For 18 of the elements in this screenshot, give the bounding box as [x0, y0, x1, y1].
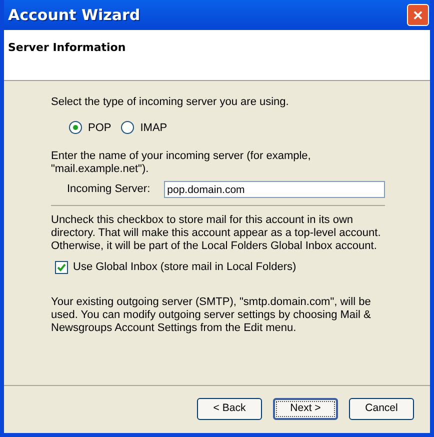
radio-option[interactable]: POP — [69, 120, 112, 136]
window-title: Account Wizard — [8, 4, 140, 26]
outgoing-server-note: Your existing outgoing server (SMTP), "smtp.domain.com", will be used. You can modify outgoing server settings by choosing Mail & Newsgroups Account Settings from the Edit menu. — [51, 296, 372, 334]
wizard-button[interactable]: Cancel — [349, 398, 414, 420]
global-inbox-description: Uncheck this checkbox to store mail for this account in its own directory. That will make this account appear as a top-level account. Otherwise, it will be part of the Local Folders Global Inbox account. — [51, 214, 382, 253]
checkbox-option[interactable]: Use Global Inbox (store mail in Local Folders) — [51, 259, 385, 276]
server-type-prompt: Select the type of incoming server you are using. — [51, 95, 290, 110]
input-field[interactable]: pop.domain.com — [164, 181, 385, 198]
wizard-button[interactable]: Next > — [273, 398, 338, 420]
radio-icon — [121, 121, 134, 134]
close-button[interactable]: ✕ — [407, 4, 429, 26]
wizard-button[interactable]: < Back — [197, 398, 262, 420]
radio-icon — [69, 121, 82, 134]
checkbox-icon — [55, 260, 68, 274]
page-title: Server Information — [8, 41, 126, 54]
field-label: Incoming Server: — [67, 182, 150, 198]
server-name-prompt: Enter the name of your incoming server (for example, "mail.example.net"). — [51, 150, 312, 176]
radio-option[interactable]: IMAP — [121, 120, 168, 136]
